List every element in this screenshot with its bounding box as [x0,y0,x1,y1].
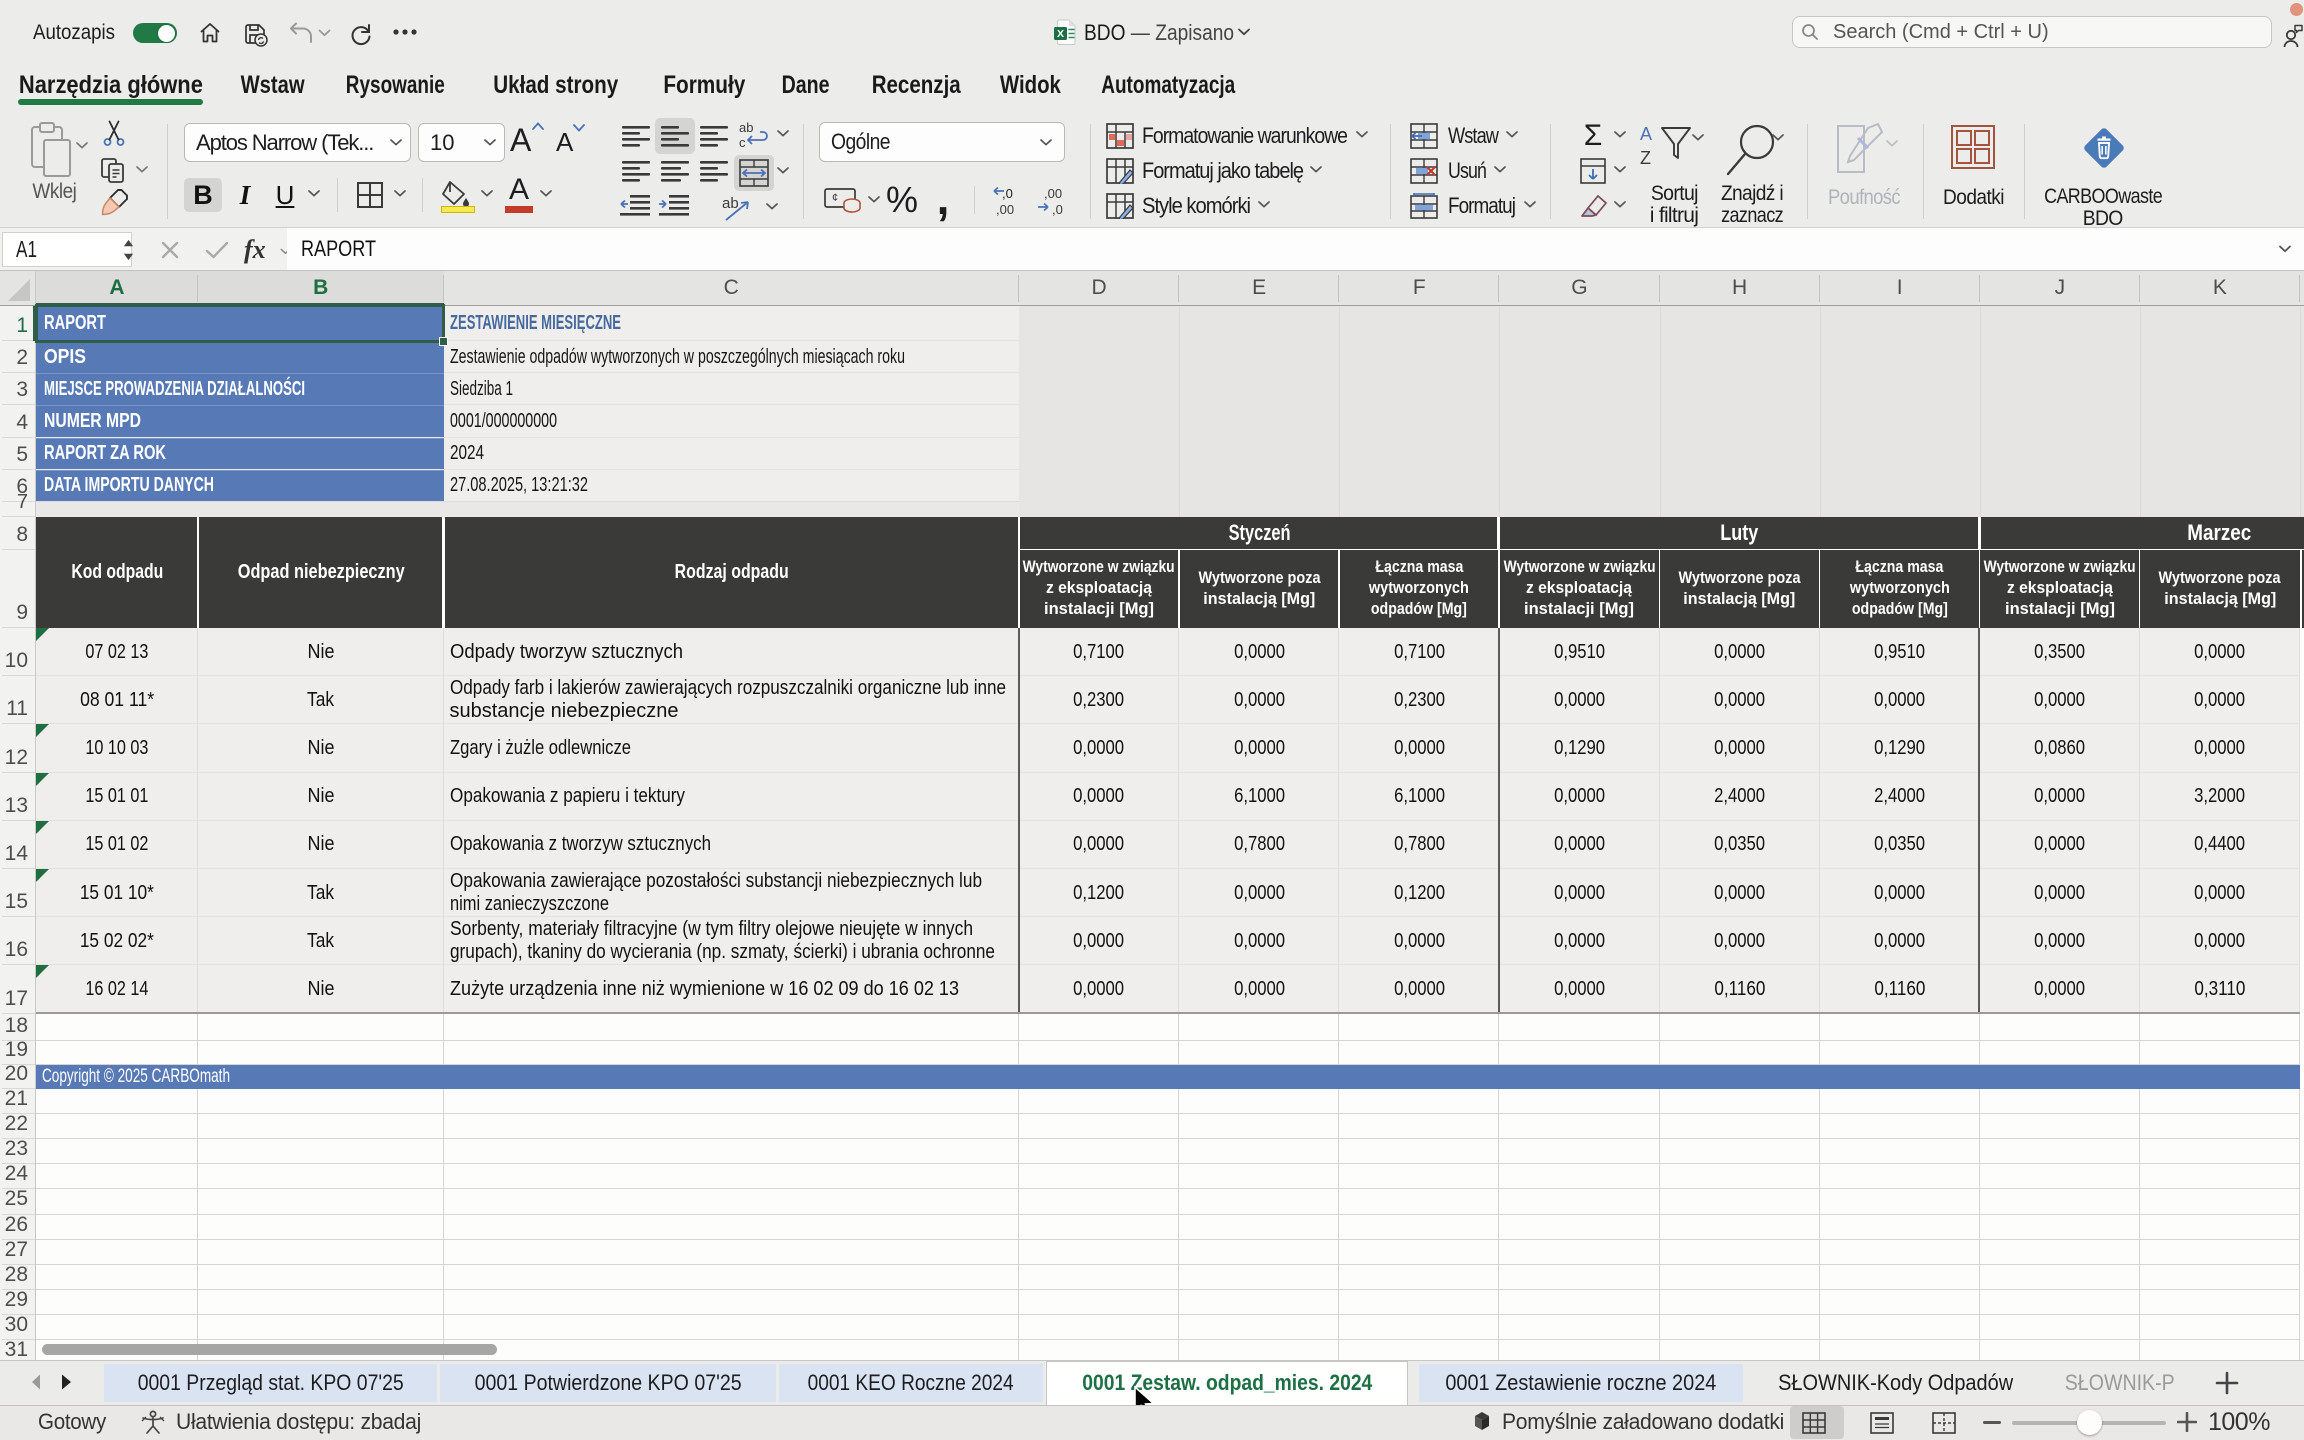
svg-text:ab: ab [739,120,753,135]
svg-text:¢: ¢ [832,192,838,204]
svg-text:X: X [1057,28,1064,40]
svg-text:ab: ab [722,195,739,212]
svg-text:,00: ,00 [1044,186,1062,201]
svg-text:,00: ,00 [996,202,1014,216]
svg-text:c: c [739,135,746,150]
svg-text:A: A [1640,124,1652,144]
svg-text:,0: ,0 [1052,202,1063,216]
svg-text:,0: ,0 [1002,186,1013,201]
svg-text:Z: Z [1640,148,1651,168]
